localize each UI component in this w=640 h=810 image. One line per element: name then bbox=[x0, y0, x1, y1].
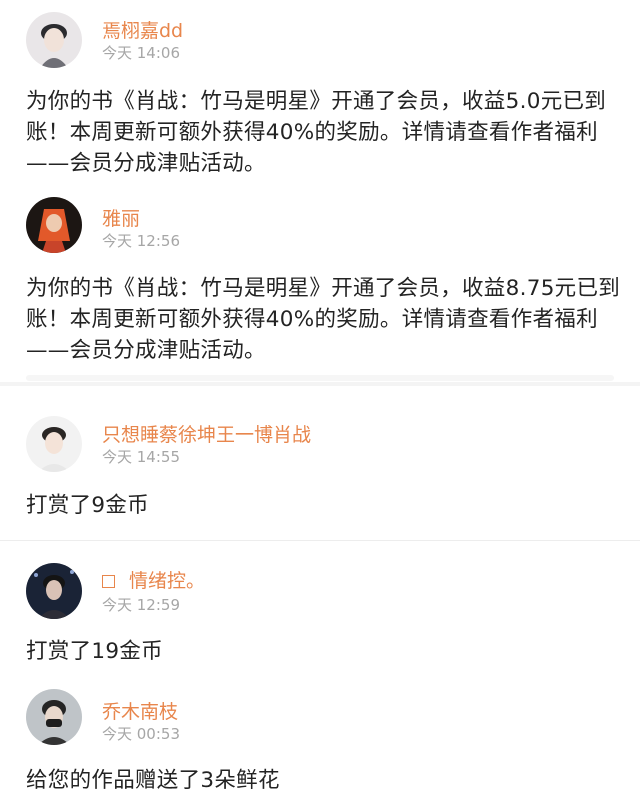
notification-feed: 焉栩嘉dd 今天 14:06 为你的书《肖战：竹马是明星》开通了会员，收益5.0… bbox=[0, 0, 640, 810]
avatar[interactable] bbox=[26, 12, 82, 68]
username[interactable]: 雅丽 bbox=[102, 204, 140, 231]
username[interactable]: 情绪控。 bbox=[102, 566, 205, 593]
notification-message: 为你的书《肖战：竹马是明星》开通了会员，收益5.0元已到账！本周更新可额外获得4… bbox=[26, 89, 607, 176]
avatar[interactable] bbox=[26, 563, 82, 619]
username[interactable]: 乔木南枝 bbox=[102, 697, 178, 724]
notification-message: 为你的书《肖战：竹马是明星》开通了会员，收益8.75元已到账！本周更新可额外获得… bbox=[26, 276, 621, 363]
timestamp: 今天 00:53 bbox=[102, 725, 180, 743]
notification-item[interactable]: 焉栩嘉dd 今天 14:06 为你的书《肖战：竹马是明星》开通了会员，收益5.0… bbox=[0, 0, 640, 185]
separator bbox=[26, 375, 614, 381]
notification-item[interactable]: 乔木南枝 今天 00:53 给您的作品赠送了3朵鲜花 bbox=[0, 681, 640, 810]
username-text: 情绪控。 bbox=[129, 570, 206, 592]
timestamp: 今天 12:59 bbox=[102, 596, 180, 614]
avatar[interactable] bbox=[26, 416, 82, 472]
notification-item[interactable]: 情绪控。 今天 12:59 打赏了19金币 bbox=[0, 541, 640, 681]
avatar[interactable] bbox=[26, 689, 82, 745]
timestamp: 今天 12:56 bbox=[102, 232, 180, 250]
notification-message: 打赏了9金币 bbox=[26, 493, 149, 518]
notification-message: 打赏了19金币 bbox=[26, 639, 163, 664]
timestamp: 今天 14:55 bbox=[102, 448, 180, 466]
notification-item[interactable]: 雅丽 今天 12:56 为你的书《肖战：竹马是明星》开通了会员，收益8.75元已… bbox=[0, 185, 640, 375]
notification-item[interactable]: 只想睡蔡徐坤王一博肖战 今天 14:55 打赏了9金币 bbox=[0, 386, 640, 536]
username[interactable]: 只想睡蔡徐坤王一博肖战 bbox=[102, 420, 311, 447]
timestamp: 今天 14:06 bbox=[102, 44, 180, 62]
notification-message: 给您的作品赠送了3朵鲜花 bbox=[26, 768, 280, 793]
checkbox-icon bbox=[102, 575, 115, 588]
avatar[interactable] bbox=[26, 197, 82, 253]
username[interactable]: 焉栩嘉dd bbox=[102, 16, 183, 43]
